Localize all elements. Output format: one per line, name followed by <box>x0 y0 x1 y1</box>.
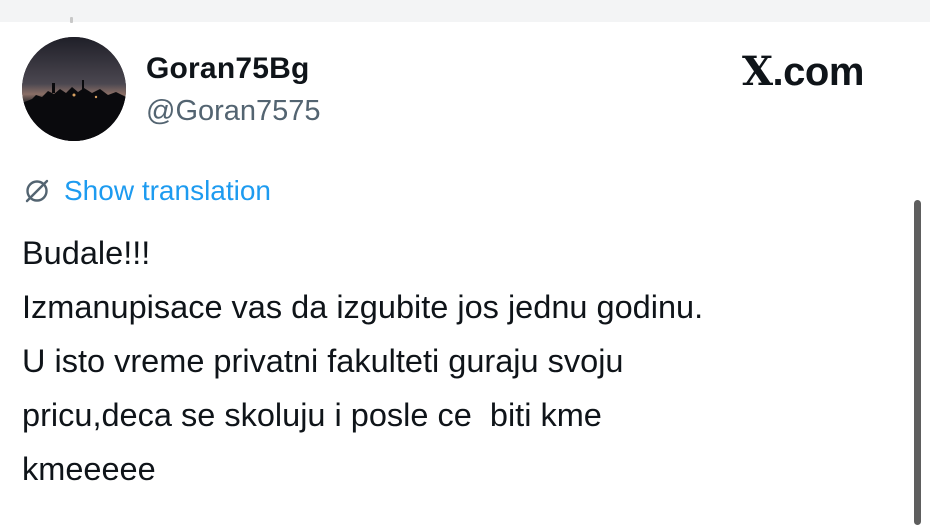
top-strip-mark <box>70 17 73 23</box>
x-com-logo: X.com <box>742 48 864 95</box>
x-logo-suffix: .com <box>772 50 865 94</box>
author-handle[interactable]: @Goran7575 <box>146 95 321 128</box>
scrollbar-thumb[interactable] <box>914 200 921 525</box>
show-translation-row[interactable]: Show translation <box>22 174 271 208</box>
x-logo-letter: X <box>742 48 773 95</box>
avatar-photo-icon <box>22 37 126 141</box>
author-avatar[interactable] <box>22 37 126 141</box>
tweet-line: U isto vreme privatni fakulteti guraju s… <box>22 343 624 379</box>
show-translation-link[interactable]: Show translation <box>64 175 271 207</box>
tweet-line: pricu,deca se skoluju i posle ce biti km… <box>22 397 602 433</box>
author-display-name[interactable]: Goran75Bg <box>146 52 310 86</box>
tweet-line: Izmanupisace vas da izgubite jos jednu g… <box>22 289 704 325</box>
tweet-line: kmeeeee <box>22 451 156 487</box>
tweet-line: Budale!!! <box>22 235 151 271</box>
top-strip <box>0 0 930 23</box>
tweet-text: Budale!!! Izmanupisace vas da izgubite j… <box>22 226 902 496</box>
globe-slash-icon <box>25 179 49 203</box>
